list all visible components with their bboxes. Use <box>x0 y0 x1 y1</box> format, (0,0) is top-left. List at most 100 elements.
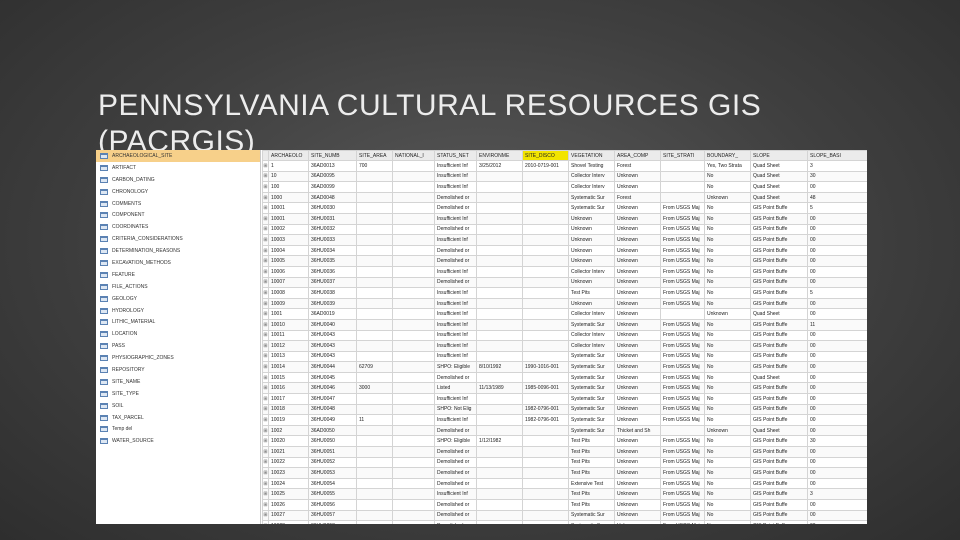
table-cell[interactable]: From USGS Maj <box>660 509 705 522</box>
table-cell[interactable]: No <box>704 170 751 183</box>
table-cell[interactable]: No <box>704 276 751 289</box>
table-cell[interactable] <box>392 255 435 267</box>
table-cell[interactable] <box>522 318 569 331</box>
nav-item[interactable]: ARTIFACT <box>96 162 260 174</box>
table-cell[interactable]: Systematic Sur <box>568 202 615 214</box>
table-cell[interactable]: 36HU0056 <box>308 499 357 511</box>
table-cell[interactable]: Systematic Sur <box>568 424 615 437</box>
table-cell[interactable]: 36AD0019 <box>308 308 357 320</box>
table-cell[interactable]: No <box>704 371 751 384</box>
table-cell[interactable]: 1985-0096-001 <box>522 382 569 395</box>
table-cell[interactable]: No <box>704 223 751 236</box>
table-cell[interactable]: GIS Point Buffe <box>750 403 808 416</box>
nav-item[interactable]: FILE_ACTIONS <box>96 281 260 293</box>
table-cell[interactable] <box>476 488 523 500</box>
table-cell[interactable]: Listed <box>434 382 477 395</box>
table-cell[interactable]: Demolished or <box>434 255 477 267</box>
table-cell[interactable]: 1001 <box>268 308 309 320</box>
table-row[interactable]: ⊞ 10023 36HU0053 Demolished or Test Pits Unkn… <box>262 467 867 479</box>
table-cell[interactable]: 00 <box>807 456 867 469</box>
table-cell[interactable]: From USGS Maj <box>660 371 705 384</box>
table-cell[interactable]: GIS Point Buffe <box>750 499 808 511</box>
table-row[interactable]: ⊞ 10006 36HU0036 Insufficient Inf Collector … <box>262 265 867 278</box>
table-cell[interactable] <box>356 350 393 363</box>
table-cell[interactable] <box>522 244 569 257</box>
table-cell[interactable]: Insufficient Inf <box>434 414 477 426</box>
table-cell[interactable]: Test Pits <box>568 488 615 500</box>
table-cell[interactable]: No <box>704 244 751 257</box>
table-cell[interactable]: Insufficient Inf <box>434 181 477 193</box>
table-cell[interactable]: No <box>704 509 751 522</box>
table-row[interactable]: ⊞ 10020 36HU0050 SHPO: Eligible 1/12/1982 Tes… <box>262 435 867 448</box>
table-cell[interactable]: 10008 <box>268 287 309 299</box>
table-cell[interactable]: 36HU0049 <box>308 414 357 426</box>
table-cell[interactable]: GIS Point Buffe <box>750 488 808 500</box>
table-cell[interactable]: Unknown <box>568 255 615 267</box>
table-cell[interactable] <box>356 477 393 490</box>
table-cell[interactable]: 10001 <box>268 202 309 214</box>
table-cell[interactable]: 10005 <box>268 255 309 267</box>
table-cell[interactable]: 10023 <box>268 467 309 479</box>
table-cell[interactable]: 10002 <box>268 223 309 236</box>
table-cell[interactable]: Systematic Sur <box>568 414 615 426</box>
table-cell[interactable]: Demolished or <box>434 424 477 437</box>
nav-item[interactable]: REPOSITORY <box>96 364 260 376</box>
table-cell[interactable]: 10009 <box>268 297 309 310</box>
table-cell[interactable]: From USGS Maj <box>660 287 705 299</box>
table-row[interactable]: ⊞ 10004 36HU0034 Demolished or Unknown Unknow… <box>262 244 867 257</box>
table-cell[interactable]: Insufficient Inf <box>434 265 477 278</box>
table-cell[interactable]: 62709 <box>356 361 393 373</box>
table-cell[interactable] <box>392 244 435 257</box>
table-cell[interactable] <box>476 456 523 469</box>
table-cell[interactable]: 10013 <box>268 350 309 363</box>
table-cell[interactable]: Thicket and Sh <box>614 424 661 437</box>
table-cell[interactable]: Forest <box>614 191 661 204</box>
table-cell[interactable]: From USGS Maj <box>660 318 705 331</box>
table-cell[interactable]: Quad Sheet <box>750 181 808 193</box>
table-cell[interactable]: Test Pits <box>568 446 615 458</box>
table-cell[interactable]: GIS Point Buffe <box>750 276 808 289</box>
table-row[interactable]: ⊞ 10017 36HU0047 Insufficient Inf Systematic… <box>262 393 867 405</box>
table-cell[interactable]: No <box>704 234 751 246</box>
table-cell[interactable]: Unknown <box>568 276 615 289</box>
table-cell[interactable] <box>392 265 435 278</box>
table-cell[interactable]: 00 <box>807 477 867 490</box>
table-cell[interactable] <box>476 276 523 289</box>
table-cell[interactable]: Unknown <box>614 477 661 490</box>
table-cell[interactable]: No <box>704 488 751 500</box>
table-cell[interactable]: No <box>704 456 751 469</box>
table-cell[interactable] <box>356 181 393 193</box>
table-row[interactable]: ⊞ 100 36AD0099 Insufficient Inf Collector In… <box>262 181 867 193</box>
table-cell[interactable] <box>476 202 523 214</box>
table-cell[interactable]: Unknown <box>614 520 661 524</box>
table-cell[interactable]: Systematic Sur <box>568 393 615 405</box>
table-cell[interactable] <box>356 223 393 236</box>
table-cell[interactable]: Unknown <box>614 361 661 373</box>
table-cell[interactable]: Test Pits <box>568 435 615 448</box>
table-cell[interactable] <box>522 287 569 299</box>
table-cell[interactable]: Demolished or <box>434 276 477 289</box>
table-cell[interactable]: 36HU0032 <box>308 223 357 236</box>
table-cell[interactable]: 36AD0095 <box>308 170 357 183</box>
table-row[interactable]: ⊞ 10026 36HU0056 Demolished or Test Pits Unkn… <box>262 499 867 511</box>
nav-item[interactable]: LOCATION <box>96 328 260 340</box>
table-cell[interactable]: Yes, Two Strata <box>704 160 751 172</box>
table-cell[interactable]: 00 <box>807 265 867 278</box>
table-cell[interactable]: Systematic Sur <box>568 318 615 331</box>
table-cell[interactable] <box>476 181 523 193</box>
table-cell[interactable]: Quad Sheet <box>750 160 808 172</box>
table-cell[interactable]: From USGS Maj <box>660 276 705 289</box>
table-cell[interactable] <box>356 297 393 310</box>
column-header[interactable]: ENVIRONME <box>476 150 523 161</box>
table-cell[interactable]: 36HU0047 <box>308 393 357 405</box>
table-cell[interactable] <box>476 265 523 278</box>
table-cell[interactable] <box>392 223 435 236</box>
nav-item[interactable]: GEOLOGY <box>96 293 260 305</box>
table-cell[interactable]: Insufficient Inf <box>434 287 477 299</box>
table-cell[interactable]: 36HU0037 <box>308 276 357 289</box>
table-cell[interactable]: Unknown <box>568 297 615 310</box>
table-cell[interactable]: Demolished or <box>434 509 477 522</box>
table-cell[interactable]: 5 <box>807 202 867 214</box>
table-cell[interactable] <box>356 276 393 289</box>
table-cell[interactable]: 36HU0046 <box>308 382 357 395</box>
